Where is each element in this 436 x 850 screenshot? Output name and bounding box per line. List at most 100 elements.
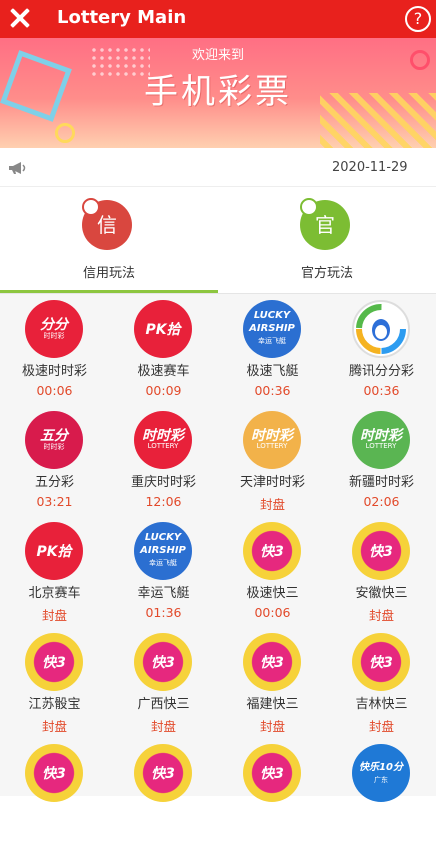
lottery-logo-icon: LUCKY AIRSHIP 幸运飞艇 [134, 522, 192, 580]
logo-text: 快3 [260, 544, 284, 560]
game-tile[interactable]: 时时彩 LOTTERY 重庆时时彩 12:06 [109, 405, 218, 517]
logo-text: 时时彩 [43, 332, 65, 340]
game-name: 安徽快三 [355, 586, 408, 601]
lottery-logo-icon: 五分 时时彩 [25, 411, 83, 469]
logo-text: LUCKY [144, 532, 182, 543]
logo-text: AIRSHIP [249, 323, 295, 334]
lottery-logo-icon: 快3 [243, 522, 301, 580]
game-name: 天津时时彩 [239, 475, 305, 490]
logo-text: 快3 [42, 655, 66, 671]
game-countdown: 封盘 [259, 497, 285, 512]
game-tile[interactable]: 快乐10分广东 [327, 738, 436, 850]
game-countdown: 封盘 [368, 719, 394, 734]
logo-text: LUCKY [253, 310, 291, 321]
game-tile[interactable]: 快3 吉林快三 封盘 [327, 627, 436, 739]
logo-text: AIRSHIP [140, 545, 186, 556]
game-tile[interactable]: 快3 江苏骰宝 封盘 [0, 627, 109, 739]
banner-welcome-text: 欢迎来到 [191, 48, 244, 63]
game-tile[interactable]: 快3 [0, 738, 109, 850]
game-countdown: 00:09 [145, 383, 182, 398]
game-name: 福建快三 [246, 697, 299, 712]
game-name: 极速飞艇 [246, 364, 299, 379]
lottery-logo-icon: 快乐10分广东 [352, 744, 410, 802]
game-countdown: 00:06 [36, 383, 73, 398]
lottery-logo-icon: 快3 [134, 744, 192, 802]
game-name: 极速赛车 [137, 364, 190, 379]
game-countdown: 封盘 [368, 608, 394, 623]
game-countdown: 00:06 [254, 605, 291, 620]
game-countdown: 00:36 [363, 383, 400, 398]
lottery-logo-icon: LUCKY AIRSHIP 幸运飞艇 [243, 300, 301, 358]
logo-text: 幸运飞艇 [149, 559, 177, 567]
game-tile[interactable]: 快3 福建快三 封盘 [218, 627, 327, 739]
lottery-logo-icon: 时时彩 LOTTERY [243, 411, 301, 469]
game-tile[interactable]: 时时彩 LOTTERY 新疆时时彩 02:06 [327, 405, 436, 517]
logo-text: LOTTERY [147, 442, 179, 450]
game-tile[interactable]: LUCKY AIRSHIP 幸运飞艇 幸运飞艇 01:36 [109, 516, 218, 628]
game-name: 极速快三 [246, 586, 299, 601]
game-tile[interactable]: 快3 安徽快三封盘 [327, 516, 436, 628]
tab-official-play[interactable]: 官 官方玩法 [218, 186, 436, 292]
banner-main-text: 手机彩票 [144, 72, 292, 112]
top-bar: Lottery Main ? [0, 0, 436, 38]
game-countdown: 12:06 [145, 494, 182, 509]
game-tile[interactable]: 五分 时时彩 五分彩 03:21 [0, 405, 109, 517]
tab-label: 信用玩法 [82, 266, 135, 281]
lottery-logo-icon: 快3 [243, 633, 301, 691]
tab-label: 官方玩法 [300, 266, 353, 281]
lottery-logo-icon: 快3 [243, 744, 301, 802]
game-name: 重庆时时彩 [130, 475, 196, 490]
logo-text: 快3 [151, 766, 175, 782]
tencent-logo-icon [356, 304, 406, 354]
game-countdown: 封盘 [150, 719, 176, 734]
game-tile[interactable]: PK拾极速赛车 00:09 [109, 294, 218, 406]
megaphone-icon [9, 162, 26, 174]
page-title: Lottery Main [57, 7, 187, 28]
game-countdown: 01:36 [145, 605, 182, 620]
logo-text: 快3 [369, 544, 393, 560]
logo-text: PK拾 [145, 322, 181, 338]
game-tile[interactable]: 快3 [109, 738, 218, 850]
logo-text: 广东 [374, 776, 388, 784]
game-tile[interactable]: 时时彩 LOTTERY 天津时时彩封盘 [218, 405, 327, 517]
game-countdown: 03:21 [36, 494, 73, 509]
game-countdown: 封盘 [41, 719, 67, 734]
tab-credit-play[interactable]: 信 信用玩法 [0, 186, 218, 292]
badge-icon [300, 198, 318, 216]
game-tile[interactable]: 腾讯分分彩 00:36 [327, 294, 436, 406]
lottery-logo-icon: 快3 [25, 744, 83, 802]
badge-icon [82, 198, 100, 216]
game-tile[interactable]: 分分 时时彩 极速时时彩 00:06 [0, 294, 109, 406]
lottery-logo-icon: 快3 [25, 633, 83, 691]
game-name: 北京赛车 [28, 586, 81, 601]
game-tile[interactable]: 快3 极速快三 00:06 [218, 516, 327, 628]
logo-text: 快3 [151, 655, 175, 671]
close-icon[interactable] [6, 4, 34, 32]
game-name: 腾讯分分彩 [348, 364, 414, 379]
notice-bar[interactable]: 2020-11-29 [0, 150, 436, 187]
lottery-logo-icon: PK拾 [25, 522, 83, 580]
welcome-banner: 欢迎来到 手机彩票 [0, 38, 436, 148]
notice-date: 2020-11-29 [332, 160, 408, 175]
logo-text: 快乐10分 [359, 762, 403, 773]
game-tile[interactable]: LUCKY AIRSHIP 幸运飞艇 极速飞艇 00:36 [218, 294, 327, 406]
logo-text: PK拾 [36, 544, 72, 560]
lottery-logo-icon: 分分 时时彩 [25, 300, 83, 358]
game-name: 幸运飞艇 [137, 586, 190, 601]
lottery-logo-icon: 时时彩 LOTTERY [352, 411, 410, 469]
help-icon[interactable]: ? [405, 6, 431, 32]
game-countdown: 02:06 [363, 494, 400, 509]
game-tile[interactable]: 快3 [218, 738, 327, 850]
lottery-logo-icon: 时时彩 LOTTERY [134, 411, 192, 469]
logo-text: LOTTERY [365, 442, 397, 450]
logo-text: 快3 [42, 766, 66, 782]
game-grid: 分分 时时彩 极速时时彩 00:06 PK拾 极速赛车 00:09 LUCKY AIRSHIP 幸… [0, 294, 436, 802]
logo-text: 快3 [260, 766, 284, 782]
play-mode-tabs: 信 信用玩法 官 官方玩法 [0, 186, 436, 292]
lottery-logo-icon: 快3 [352, 522, 410, 580]
game-tile[interactable]: PK拾 北京赛车 封盘 [0, 516, 109, 628]
logo-text: 快3 [369, 655, 393, 671]
game-tile[interactable]: 快3 广西快三 封盘 [109, 627, 218, 739]
logo-text: 快3 [260, 655, 284, 671]
game-countdown: 00:36 [254, 383, 291, 398]
